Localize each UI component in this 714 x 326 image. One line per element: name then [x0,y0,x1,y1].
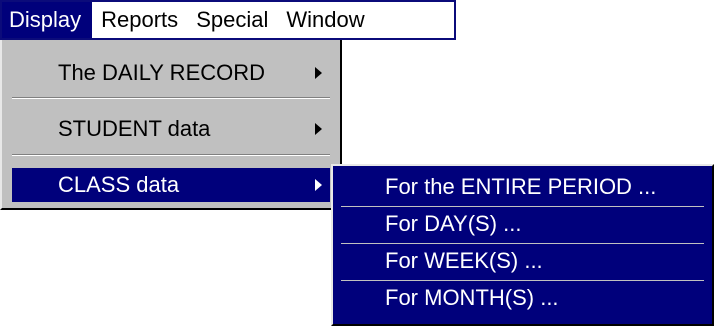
menu-item-class-data[interactable]: CLASS data [12,168,330,202]
menu-separator [341,243,704,244]
menu-item-label: STUDENT data [58,116,211,141]
submenu-arrow-icon [315,123,322,135]
menu-special[interactable]: Special [187,2,277,38]
menu-item-label: CLASS data [58,172,180,197]
submenu-arrow-icon [315,179,322,191]
menu-item-label: The DAILY RECORD [58,60,266,85]
display-dropdown: The DAILY RECORD STUDENT data CLASS data [0,40,342,210]
submenu-arrow-icon [315,67,322,79]
menu-separator [341,206,704,207]
menu-reports[interactable]: Reports [92,2,187,38]
submenu-item-label: For DAY(S) ... [385,211,522,236]
menu-display[interactable]: Display [2,2,93,38]
submenu-item-months[interactable]: For MONTH(S) ... [341,282,704,314]
submenu-item-label: For WEEK(S) ... [385,248,543,273]
menu-separator [341,280,704,281]
submenu-item-label: For the ENTIRE PERIOD ... [385,174,657,199]
submenu-item-label: For MONTH(S) ... [385,285,559,310]
menu-item-daily-record[interactable]: The DAILY RECORD [12,56,330,90]
menu-bar: Display Reports Special Window [0,0,456,40]
submenu-item-entire-period[interactable]: For the ENTIRE PERIOD ... [341,171,704,203]
menu-separator [12,154,330,156]
menu-window[interactable]: Window [277,2,373,38]
submenu-item-days[interactable]: For DAY(S) ... [341,208,704,240]
menu-item-student-data[interactable]: STUDENT data [12,112,330,146]
submenu-item-weeks[interactable]: For WEEK(S) ... [341,245,704,277]
menu-separator [12,97,330,99]
class-data-submenu: For the ENTIRE PERIOD ... For DAY(S) ...… [331,164,714,326]
